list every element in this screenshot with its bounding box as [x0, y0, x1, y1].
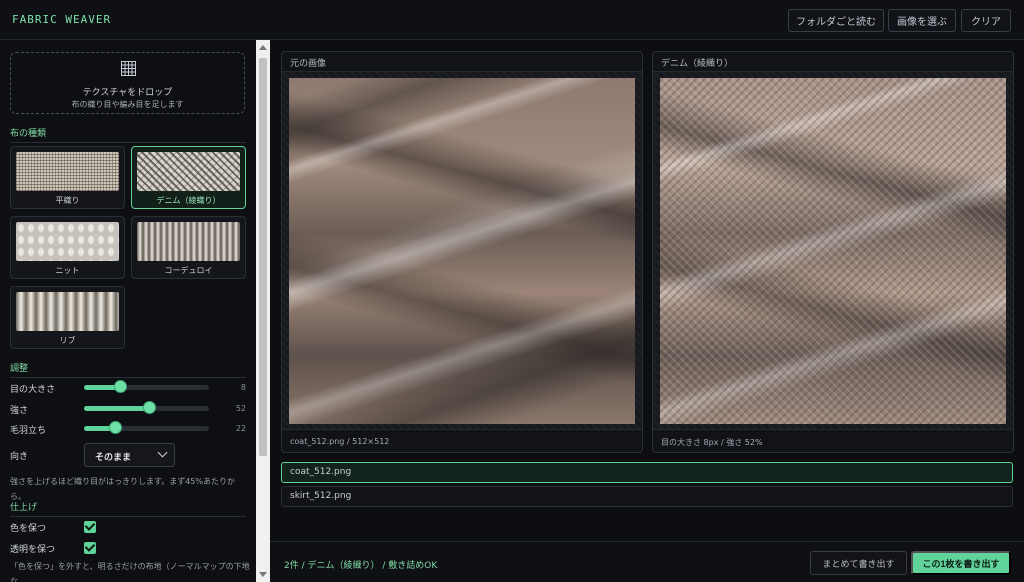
- drop-zone[interactable]: テクスチャをドロップ 布の織り目や編み目を足します: [10, 52, 245, 114]
- fabric-type-heading: 布の種類: [10, 126, 246, 143]
- result-caption: 目の大きさ 8px / 強さ 52%: [661, 438, 763, 447]
- left-panel-scrollbar[interactable]: [256, 40, 270, 582]
- keep-color-checkbox[interactable]: [84, 521, 96, 533]
- slider-handle[interactable]: [109, 421, 123, 434]
- keep-alpha-label: 透明を保つ: [10, 545, 56, 555]
- choose-image-button[interactable]: 画像を選ぶ: [888, 9, 956, 32]
- fuzz-slider[interactable]: [84, 421, 209, 434]
- export-all-button[interactable]: まとめて書き出す: [810, 551, 907, 575]
- direction-label: 向き: [10, 452, 29, 462]
- app-title: FABRIC WEAVER: [12, 13, 112, 26]
- file-name: coat_512.png: [290, 467, 352, 477]
- slider-handle[interactable]: [143, 401, 156, 414]
- fabric-card-label: リブ: [59, 336, 76, 345]
- settings-panel: テクスチャをドロップ 布の織り目や編み目を足します 布の種類 平織り デニム（綾…: [0, 40, 256, 582]
- corduroy-swatch: [137, 222, 240, 261]
- clear-button[interactable]: クリア: [961, 9, 1011, 32]
- adjust-heading: 調整: [10, 361, 246, 378]
- file-item-skirt[interactable]: skirt_512.png: [281, 486, 1013, 507]
- fabric-card-plain[interactable]: 平織り: [10, 146, 125, 209]
- finish-heading: 仕上げ: [10, 500, 246, 517]
- strength-value: 52: [235, 404, 246, 413]
- scroll-up-arrow-icon[interactable]: [259, 45, 267, 50]
- file-item-coat[interactable]: coat_512.png: [281, 462, 1013, 483]
- fabric-card-corduroy[interactable]: コーデュロイ: [131, 216, 246, 279]
- result-preview-panel: デニム（綾織り） 目の大きさ 8px / 強さ 52%: [652, 51, 1014, 453]
- file-name: skirt_512.png: [290, 491, 352, 501]
- direction-selected-value: そのまま: [95, 453, 132, 463]
- load-folder-button[interactable]: フォルダごと読む: [788, 9, 884, 32]
- mesh-size-value: 8: [240, 383, 246, 392]
- scroll-down-arrow-icon[interactable]: [259, 572, 267, 577]
- original-image: [289, 78, 635, 424]
- app-window: FABRIC WEAVER フォルダごと読む 画像を選ぶ クリア テクスチャをド…: [0, 0, 1024, 582]
- original-preview-panel: 元の画像 coat_512.png / 512×512: [281, 51, 643, 453]
- drop-zone-subtitle: 布の織り目や編み目を足します: [71, 100, 184, 109]
- slider-fill: [84, 406, 149, 411]
- result-image: [660, 78, 1006, 424]
- original-caption: coat_512.png / 512×512: [290, 437, 390, 446]
- status-text: 2件 / デニム（綾織り） / 敷き詰めOK: [284, 561, 438, 571]
- fabric-card-label: デニム（綾織り）: [156, 196, 221, 205]
- original-image-frame: [282, 71, 642, 430]
- export-one-button[interactable]: この1枚を書き出す: [911, 551, 1011, 575]
- fabric-card-label: ニット: [55, 266, 80, 275]
- top-bar: FABRIC WEAVER フォルダごと読む 画像を選ぶ クリア: [0, 0, 1024, 40]
- result-panel-title: デニム（綾織り）: [661, 59, 734, 69]
- bottom-bar: 2件 / デニム（綾織り） / 敷き詰めOK まとめて書き出す この1枚を書き出…: [270, 541, 1024, 582]
- fabric-card-denim[interactable]: デニム（綾織り）: [131, 146, 246, 209]
- original-panel-title: 元の画像: [290, 59, 327, 69]
- slider-label-mesh-size: 目の大きさ: [10, 385, 56, 395]
- fabric-card-knit[interactable]: ニット: [10, 216, 125, 279]
- finish-note: 「色を保つ」を外すと、明るさだけの布地（ノーマルマップの下地な: [10, 562, 250, 582]
- fabric-card-rib[interactable]: リブ: [10, 286, 125, 349]
- fabric-card-label: 平織り: [55, 196, 80, 205]
- scrollbar-thumb[interactable]: [259, 58, 267, 456]
- result-image-frame: [653, 71, 1013, 430]
- fuzz-value: 22: [235, 424, 246, 433]
- knit-swatch: [16, 222, 119, 261]
- mesh-size-slider[interactable]: [84, 380, 209, 393]
- denim-weave-swatch: [137, 152, 240, 191]
- slider-handle[interactable]: [114, 380, 128, 393]
- drop-zone-title: テクスチャをドロップ: [82, 88, 173, 98]
- keep-color-label: 色を保つ: [10, 524, 47, 534]
- preview-area: 元の画像 coat_512.png / 512×512 デニム（綾織り） 目の大…: [270, 40, 1024, 582]
- slider-label-strength: 強さ: [10, 406, 29, 416]
- strength-slider[interactable]: [84, 401, 209, 414]
- chevron-down-icon: [157, 447, 168, 458]
- grid-icon: [121, 61, 136, 76]
- direction-select[interactable]: そのまま: [84, 443, 175, 467]
- rib-swatch: [16, 292, 119, 331]
- keep-alpha-checkbox[interactable]: [84, 542, 96, 554]
- plain-weave-swatch: [16, 152, 119, 191]
- fabric-card-label: コーデュロイ: [164, 266, 213, 275]
- slider-label-fuzz: 毛羽立ち: [10, 426, 47, 436]
